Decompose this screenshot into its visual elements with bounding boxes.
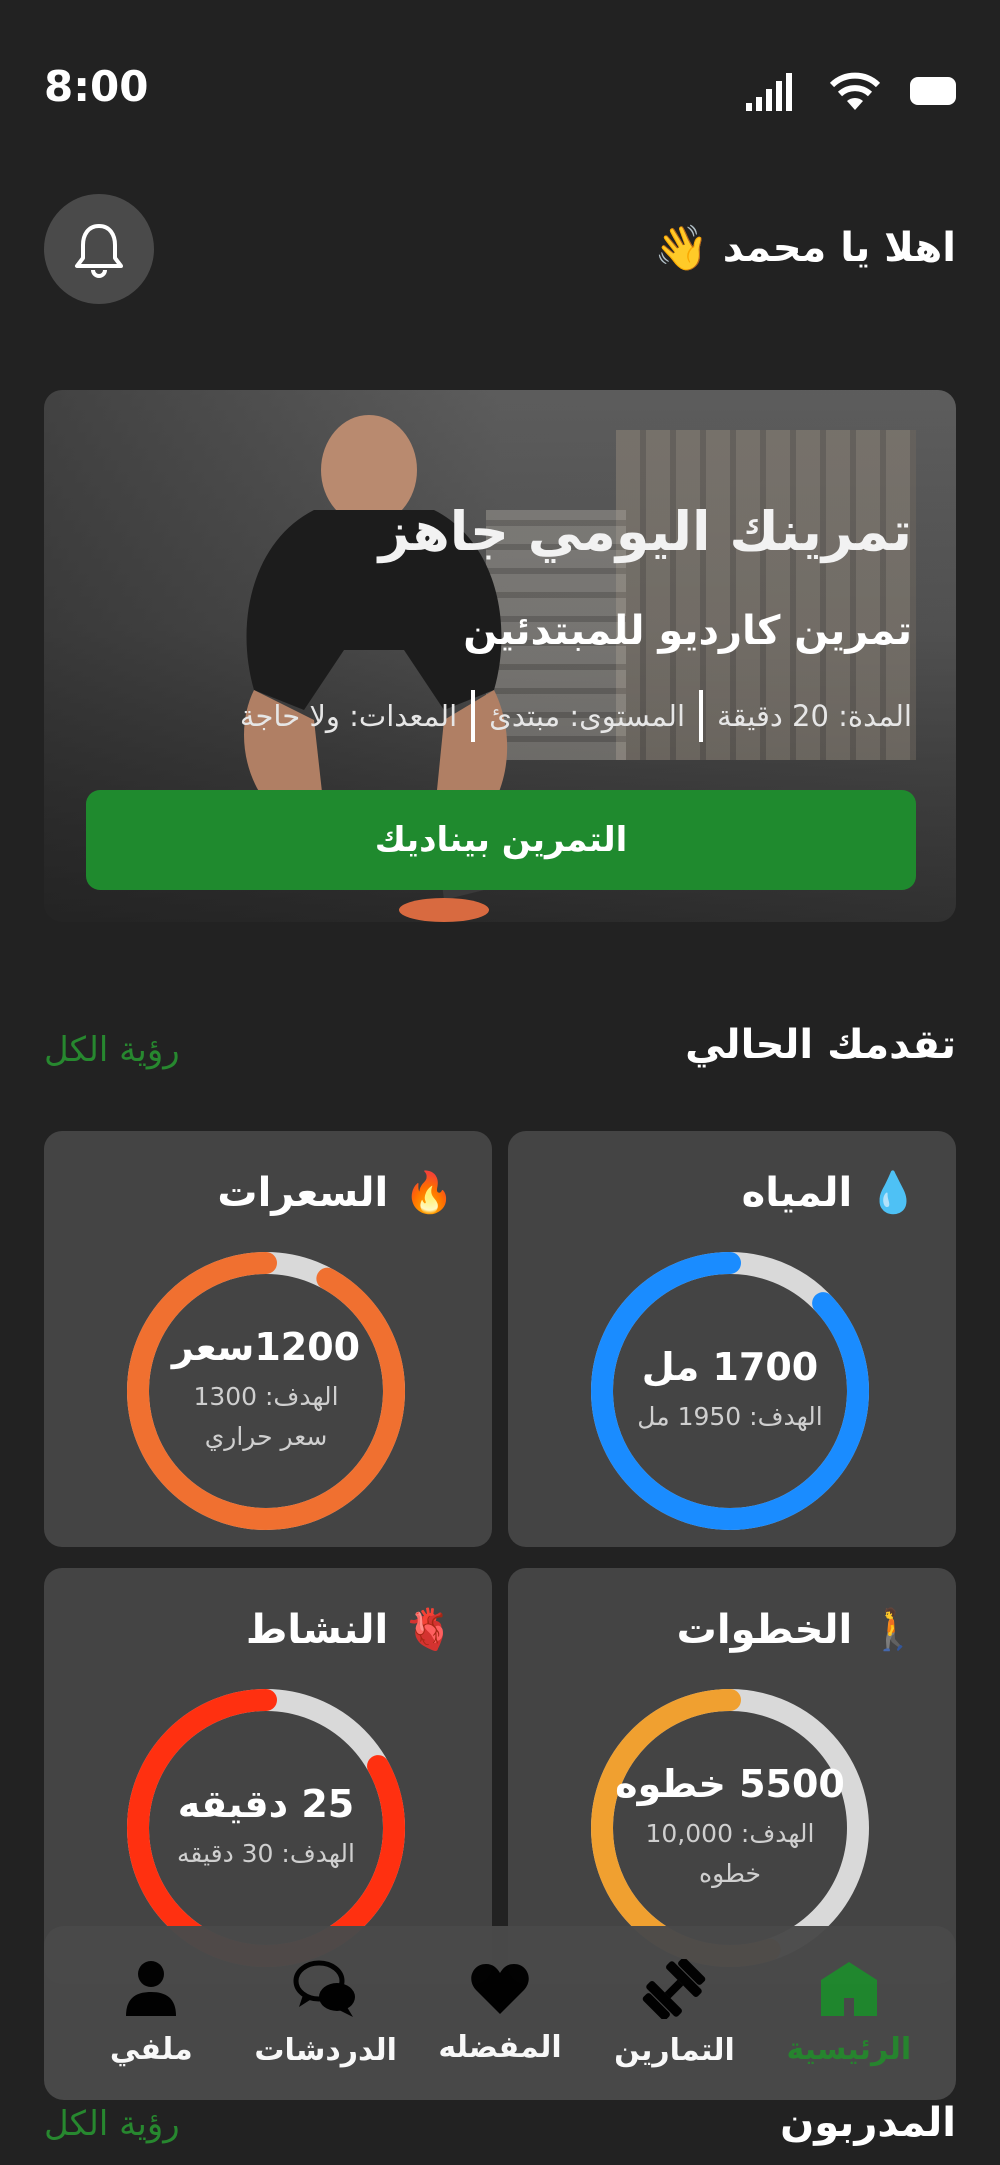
chat-bubbles-icon	[293, 1960, 355, 2017]
calories-value: 1200سعر	[171, 1325, 361, 1369]
nav-item-favorites[interactable]: المفضله	[415, 1962, 585, 2065]
duration-text: المدة: 20 دقيقة	[717, 699, 912, 733]
nav-label: المفضله	[438, 2029, 562, 2065]
heart-icon	[471, 1963, 529, 2014]
water-value: 1700 مل	[641, 1345, 819, 1389]
divider	[471, 690, 476, 742]
home-icon	[820, 1961, 877, 2016]
status-icons	[746, 70, 960, 112]
hero-subtitle: تمرين كارديو للمبتدئين	[463, 608, 912, 654]
walking-icon: 🚶	[868, 1607, 918, 1653]
calories-goal: الهدف: 1300 سعر حراري	[193, 1382, 339, 1451]
wifi-icon	[829, 72, 881, 110]
nav-item-profile[interactable]: ملفي	[66, 1960, 236, 2067]
dumbbell-icon	[643, 1958, 706, 2019]
activity-goal: الهدف: 30 دقيقه	[177, 1839, 355, 1868]
progress-see-all-link[interactable]: رؤية الكل	[44, 1030, 180, 1070]
nav-item-home[interactable]: الرئيسية	[764, 1960, 934, 2067]
equipment-text: المعدات: ولا حاجة	[239, 699, 458, 733]
water-card[interactable]: 💧 المياه 1700 مل الهدف: 1950 مل	[508, 1131, 956, 1547]
start-workout-button[interactable]: التمرين بيناديك	[86, 790, 916, 890]
bell-icon	[75, 224, 123, 278]
trainers-see-all-link[interactable]: رؤية الكل	[44, 2104, 180, 2144]
card-title: السعرات	[217, 1169, 389, 1216]
nav-label: الرئيسية	[786, 2031, 912, 2067]
activity-card[interactable]: 🫀 النشاط 25 دقيقه الهدف: 30 دقيقه	[44, 1568, 492, 1984]
nav-item-workouts[interactable]: التمارين	[589, 1958, 759, 2068]
progress-section-title: تقدمك الحالي	[685, 1022, 956, 1068]
daily-workout-card[interactable]: تمرينك اليومي جاهز تمرين كارديو للمبتدئي…	[44, 390, 956, 922]
notifications-button[interactable]	[44, 194, 154, 304]
nav-item-chats[interactable]: الدردشات	[241, 1959, 411, 2068]
greeting: اهلا يا محمد 👋	[654, 222, 956, 274]
water-goal: الهدف: 1950 مل	[637, 1402, 823, 1431]
workout-meta: المدة: 20 دقيقة المستوى: مبتدئ المعدات: …	[240, 690, 912, 742]
person-icon	[126, 1960, 177, 2016]
nav-label: الدردشات	[254, 2032, 397, 2068]
card-title: المياه	[741, 1169, 853, 1216]
water-drop-icon: 💧	[868, 1170, 918, 1216]
card-title: الخطوات	[676, 1606, 853, 1653]
anatomical-heart-icon: 🫀	[404, 1607, 454, 1653]
divider	[699, 690, 704, 742]
battery-icon	[910, 77, 956, 105]
steps-goal: الهدف: 10,000 خطوه	[645, 1819, 815, 1888]
level-text: المستوى: مبتدئ	[489, 699, 686, 733]
steps-value: 5500 خطوه	[615, 1762, 845, 1806]
status-time: 8:00	[44, 62, 149, 111]
fire-icon: 🔥	[404, 1170, 454, 1216]
steps-card[interactable]: 🚶 الخطوات 5500 خطوه الهدف: 10,000 خطوه	[508, 1568, 956, 1984]
nav-label: التمارين	[614, 2032, 735, 2068]
hero-title: تمرينك اليومي جاهز	[378, 500, 912, 563]
card-title: النشاط	[245, 1606, 389, 1653]
bottom-nav: الرئيسية التمارين المفضله الدردشات ملفي	[44, 1926, 956, 2100]
activity-value: 25 دقيقه	[177, 1782, 355, 1826]
trainers-section-title: المدربون	[780, 2100, 956, 2146]
greeting-text: اهلا يا محمد	[722, 225, 956, 271]
waving-hand-icon: 👋	[653, 223, 709, 274]
nav-label: ملفي	[109, 2031, 193, 2067]
calories-card[interactable]: 🔥 السعرات 1200سعر الهدف: 1300 سعر حراري	[44, 1131, 492, 1547]
signal-icon	[746, 73, 792, 111]
